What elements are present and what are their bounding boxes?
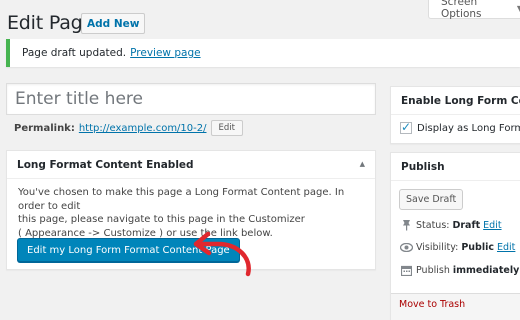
publish-date-row: Publish immediately Edit <box>399 265 520 276</box>
long-form-checkbox[interactable] <box>400 120 412 134</box>
screen-options-tab[interactable]: Screen Options ▼ <box>428 0 520 20</box>
permalink-edit-button[interactable]: Edit <box>210 120 243 136</box>
save-draft-button[interactable]: Save Draft <box>399 189 464 210</box>
pin-icon <box>399 219 413 231</box>
publish-box: Publish Save Draft Status: Draft Edit Vi… <box>390 152 520 320</box>
eye-icon <box>399 243 413 252</box>
description-line: You've chosen to make this page a Long F… <box>18 187 345 212</box>
visibility-row: Visibility: Public Edit <box>399 242 515 253</box>
display-long-form-option[interactable]: Display as Long Form Co <box>391 115 520 134</box>
title-input[interactable]: Enter title here <box>6 83 376 115</box>
publish-value: immediately <box>452 265 520 276</box>
long-format-box-header[interactable]: Long Format Content Enabled ▲ <box>7 151 375 179</box>
visibility-value: Public <box>461 242 494 253</box>
status-row: Status: Draft Edit <box>399 219 502 231</box>
checkbox-label: Display as Long Form Co <box>417 122 520 134</box>
screen-options-label: Screen Options <box>441 0 482 20</box>
add-new-button[interactable]: Add New <box>81 13 146 34</box>
permalink-label: Permalink: <box>14 122 75 134</box>
red-arrow-icon <box>193 231 251 277</box>
notice-text: Page draft updated. <box>22 47 127 59</box>
preview-page-link[interactable]: Preview page <box>130 47 200 59</box>
move-to-trash-link[interactable]: Move to Trash <box>399 299 465 310</box>
publish-box-title: Publish <box>391 153 520 181</box>
update-notice: Page draft updated. Preview page <box>6 39 520 67</box>
enable-long-form-box: Enable Long Form Conte Display as Long F… <box>390 86 520 144</box>
permalink-link[interactable]: http://example.com/10-2/ <box>79 123 207 134</box>
visibility-edit-link[interactable]: Edit <box>497 242 515 253</box>
collapse-toggle-icon[interactable]: ▲ <box>360 160 365 168</box>
publish-label: Publish <box>416 265 450 276</box>
calendar-icon <box>399 265 413 276</box>
visibility-label: Visibility: <box>416 242 459 253</box>
permalink-row: Permalink: http://example.com/10-2/ Edit <box>14 120 243 136</box>
status-label: Status: <box>416 219 450 231</box>
enable-box-header: Enable Long Form Conte <box>391 87 520 115</box>
status-edit-link[interactable]: Edit <box>483 220 501 231</box>
long-format-box-title: Long Format Content Enabled <box>17 158 194 171</box>
status-value: Draft <box>452 219 481 231</box>
